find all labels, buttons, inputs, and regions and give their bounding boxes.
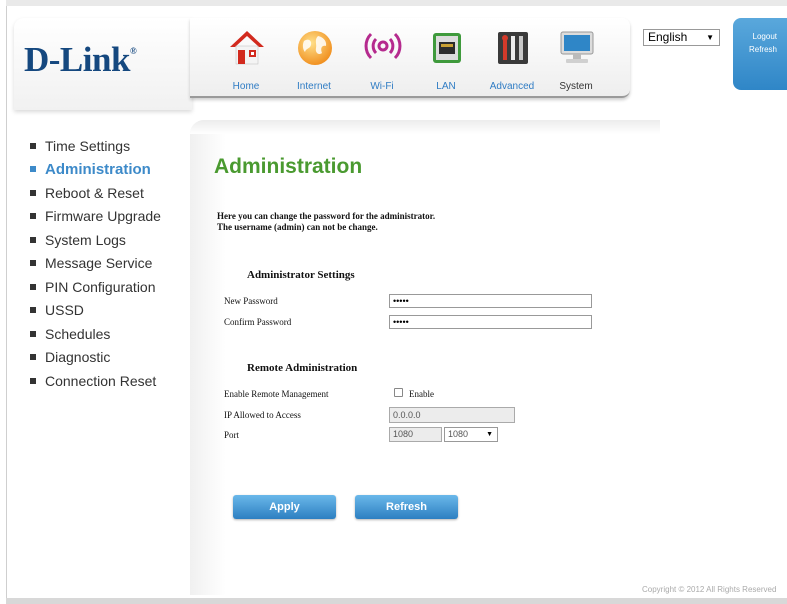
page-title: Administration	[214, 155, 363, 178]
nav-internet[interactable]: Internet	[282, 26, 346, 96]
chevron-down-icon: ▼	[706, 33, 714, 42]
home-icon	[230, 31, 264, 65]
globe-icon	[298, 31, 332, 65]
content-panel	[190, 120, 787, 595]
bullet-icon	[30, 377, 36, 384]
bullet-icon	[30, 142, 36, 149]
sidebar-item-firmware-upgrade[interactable]: Firmware Upgrade	[30, 205, 190, 229]
bullet-icon	[30, 236, 36, 243]
bullet-icon	[30, 354, 36, 361]
sidebar-item-time-settings[interactable]: Time Settings	[30, 134, 190, 158]
sidebar-item-ussd[interactable]: USSD	[30, 299, 190, 323]
port-input[interactable]: 1080	[389, 427, 442, 442]
remote-admin-title: Remote Administration	[247, 362, 358, 374]
refresh-button[interactable]: Refresh	[355, 495, 458, 519]
language-value: English	[648, 30, 688, 44]
sidebar-item-schedules[interactable]: Schedules	[30, 322, 190, 346]
tools-icon	[498, 32, 528, 64]
port-select[interactable]: 1080 ▼	[444, 427, 498, 442]
chevron-down-icon: ▼	[486, 431, 493, 438]
sidebar-item-reboot-reset[interactable]: Reboot & Reset	[30, 181, 190, 205]
main-nav-bar: Home Internet Wi-Fi LAN Advanced System	[190, 18, 630, 98]
apply-button[interactable]: Apply	[233, 495, 336, 519]
sidebar-item-diagnostic[interactable]: Diagnostic	[30, 346, 190, 370]
enable-checkbox-label: Enable	[409, 389, 434, 399]
content-panel-shade	[190, 120, 660, 134]
nav-internet-label: Internet	[297, 81, 331, 92]
confirm-password-input[interactable]: •••••	[389, 315, 592, 329]
copyright-text: Copyright © 2012 All Rights Reserved	[642, 585, 777, 594]
nav-wifi-label: Wi-Fi	[370, 81, 394, 92]
enable-remote-checkbox[interactable]	[394, 388, 403, 397]
enable-remote-label: Enable Remote Management	[224, 389, 329, 399]
sidebar-item-administration[interactable]: Administration	[30, 158, 190, 182]
nav-lan-label: LAN	[436, 81, 456, 92]
logout-link[interactable]: Logout	[733, 18, 787, 41]
nav-home[interactable]: Home	[214, 26, 278, 96]
bullet-icon	[30, 307, 36, 314]
nav-home-label: Home	[232, 81, 260, 92]
monitor-icon	[560, 31, 594, 63]
lan-port-icon	[433, 33, 461, 63]
bullet-icon	[30, 260, 36, 267]
confirm-password-label: Confirm Password	[224, 317, 292, 327]
bullet-icon	[30, 166, 36, 173]
nav-advanced-label: Advanced	[489, 81, 535, 92]
sidebar-item-pin-configuration[interactable]: PIN Configuration	[30, 275, 190, 299]
port-select-value: 1080	[448, 429, 469, 439]
nav-wifi[interactable]: Wi-Fi	[350, 26, 414, 96]
sidebar-item-system-logs[interactable]: System Logs	[30, 228, 190, 252]
ip-allowed-label: IP Allowed to Access	[224, 410, 301, 420]
window-bottom-strip	[6, 598, 787, 604]
language-select[interactable]: English ▼	[643, 29, 720, 46]
nav-system-label: System	[559, 81, 593, 92]
nav-system[interactable]: System	[544, 26, 608, 96]
new-password-label: New Password	[224, 296, 278, 306]
nav-advanced[interactable]: Advanced	[480, 26, 544, 96]
bullet-icon	[30, 283, 36, 290]
new-password-input[interactable]: •••••	[389, 294, 592, 308]
bullet-icon	[30, 189, 36, 196]
nav-lan[interactable]: LAN	[414, 26, 478, 96]
port-label: Port	[224, 430, 240, 440]
description-line-2: The username (admin) can not be change.	[217, 222, 378, 232]
description-line-1: Here you can change the password for the…	[217, 211, 436, 221]
admin-settings-title: Administrator Settings	[247, 269, 355, 281]
bullet-icon	[30, 330, 36, 337]
sidebar-item-message-service[interactable]: Message Service	[30, 252, 190, 276]
sidebar-item-connection-reset[interactable]: Connection Reset	[30, 369, 190, 393]
ip-allowed-input[interactable]: 0.0.0.0	[389, 407, 515, 423]
header-refresh-link[interactable]: Refresh	[733, 41, 787, 54]
sidebar-menu: Time Settings Administration Reboot & Re…	[30, 134, 190, 393]
dlink-logo: D-Link®	[24, 40, 137, 79]
wifi-icon	[364, 32, 402, 60]
page-description: Here you can change the password for the…	[217, 211, 435, 233]
session-panel: Logout Refresh	[733, 18, 787, 90]
bullet-icon	[30, 213, 36, 220]
